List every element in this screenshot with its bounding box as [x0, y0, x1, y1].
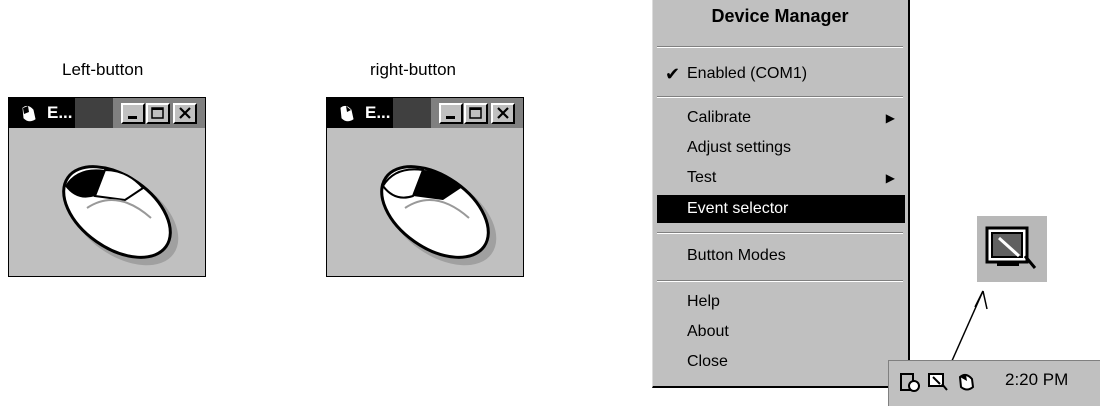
menu-item-event-selector[interactable]: Event selector — [657, 195, 905, 223]
system-tray: 2:20 PM — [888, 360, 1100, 406]
mouse-icon — [340, 105, 354, 122]
menu-item-about[interactable]: About — [657, 318, 905, 346]
menu-item-enabled[interactable]: ✔ Enabled (COM1) — [657, 60, 905, 88]
device-manager-tray-icon[interactable] — [927, 371, 949, 393]
window-title: E... — [365, 103, 391, 122]
menu-separator — [657, 96, 903, 98]
tray-clock[interactable]: 2:20 PM — [1005, 370, 1068, 390]
minimize-button[interactable] — [439, 103, 463, 124]
network-icon[interactable] — [899, 371, 921, 393]
menu-item-label: About — [687, 323, 729, 340]
close-button[interactable] — [173, 103, 197, 124]
menu-separator — [657, 280, 903, 282]
menu-header: Device Manager — [711, 6, 849, 26]
close-button[interactable] — [491, 103, 515, 124]
menu-item-label: Help — [687, 293, 720, 310]
title-bar[interactable]: E... — [9, 98, 205, 128]
menu-item-label: Adjust settings — [687, 139, 792, 156]
event-window-left: E... — [8, 97, 206, 277]
tray-icon-enlarged — [977, 216, 1047, 282]
menu-item-adjust-settings[interactable]: Adjust settings — [657, 134, 905, 162]
menu-item-label: Close — [687, 353, 728, 370]
mouse-left-button-pressed-icon — [62, 165, 179, 266]
menu-item-calibrate[interactable]: Calibrate ▶ — [657, 104, 905, 132]
submenu-arrow-icon: ▶ — [885, 171, 895, 185]
left-button-caption: Left-button — [62, 60, 144, 79]
menu-separator — [657, 232, 903, 234]
title-bar[interactable]: E... — [327, 98, 523, 128]
menu-item-label: Enabled (COM1) — [687, 65, 808, 82]
menu-item-button-modes[interactable]: Button Modes — [657, 242, 905, 270]
maximize-button[interactable] — [464, 103, 488, 124]
check-icon: ✔ — [665, 64, 681, 84]
event-window-right: E... — [326, 97, 524, 277]
menu-item-label: Button Modes — [687, 247, 786, 264]
mouse-right-button-pressed-icon — [380, 165, 497, 266]
submenu-arrow-icon: ▶ — [885, 111, 895, 125]
window-title: E... — [47, 103, 73, 122]
minimize-button[interactable] — [121, 103, 145, 124]
menu-item-close[interactable]: Close — [657, 348, 905, 376]
mouse-icon — [22, 105, 36, 122]
mouse-tray-icon[interactable] — [955, 371, 977, 393]
tray-context-menu: Device Manager ✔ Enabled (COM1) Calibrat… — [652, 0, 910, 388]
device-manager-icon — [985, 226, 1037, 269]
menu-separator — [657, 46, 903, 48]
menu-item-test[interactable]: Test ▶ — [657, 164, 905, 192]
menu-item-label: Test — [687, 169, 717, 186]
menu-item-label: Event selector — [687, 200, 789, 217]
maximize-button[interactable] — [146, 103, 170, 124]
right-button-caption: right-button — [370, 60, 456, 79]
menu-item-help[interactable]: Help — [657, 288, 905, 316]
menu-item-label: Calibrate — [687, 109, 752, 126]
